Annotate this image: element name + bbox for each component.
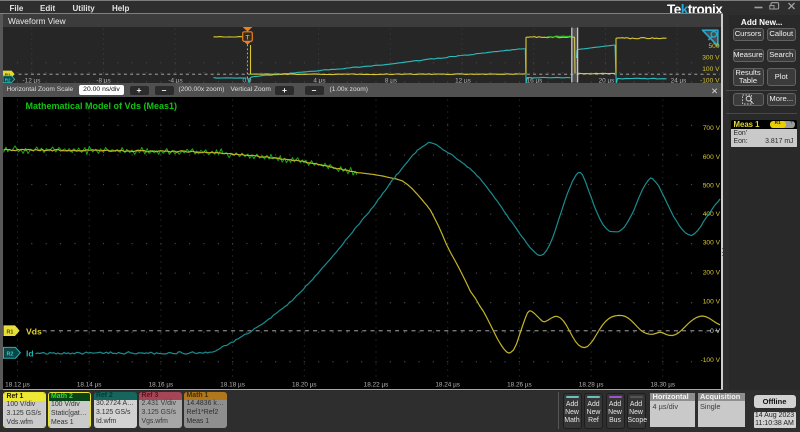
svg-text:200 V: 200 V [702,269,720,276]
svg-text:Id: Id [26,348,34,358]
svg-text:18.20 µs: 18.20 µs [291,382,316,389]
svg-text:-100 V: -100 V [700,357,720,364]
svg-text:400 V: 400 V [702,211,720,218]
svg-text:Vds: Vds [26,326,42,336]
svg-text:18.22 µs: 18.22 µs [363,382,388,389]
svg-text:300 V: 300 V [702,239,720,246]
svg-text:0 V: 0 V [710,328,720,335]
svg-text:R1: R1 [6,329,13,335]
svg-text:18.18 µs: 18.18 µs [220,382,245,389]
svg-text:700 V: 700 V [702,125,720,132]
svg-text:18.30 µs: 18.30 µs [650,382,675,389]
svg-text:100 V: 100 V [702,298,720,305]
svg-text:18.14 µs: 18.14 µs [76,382,101,389]
svg-text:500 V: 500 V [702,182,720,189]
svg-text:18.12 µs: 18.12 µs [5,382,30,389]
svg-text:600 V: 600 V [702,154,720,161]
svg-text:18.16 µs: 18.16 µs [148,382,173,389]
svg-text:18.28 µs: 18.28 µs [578,382,603,389]
svg-text:18.26 µs: 18.26 µs [507,382,532,389]
svg-text:18.24 µs: 18.24 µs [435,382,460,389]
svg-text:Mathematical Model of Vds (Mea: Mathematical Model of Vds (Meas1) [25,101,177,111]
svg-text:R2: R2 [6,351,13,357]
